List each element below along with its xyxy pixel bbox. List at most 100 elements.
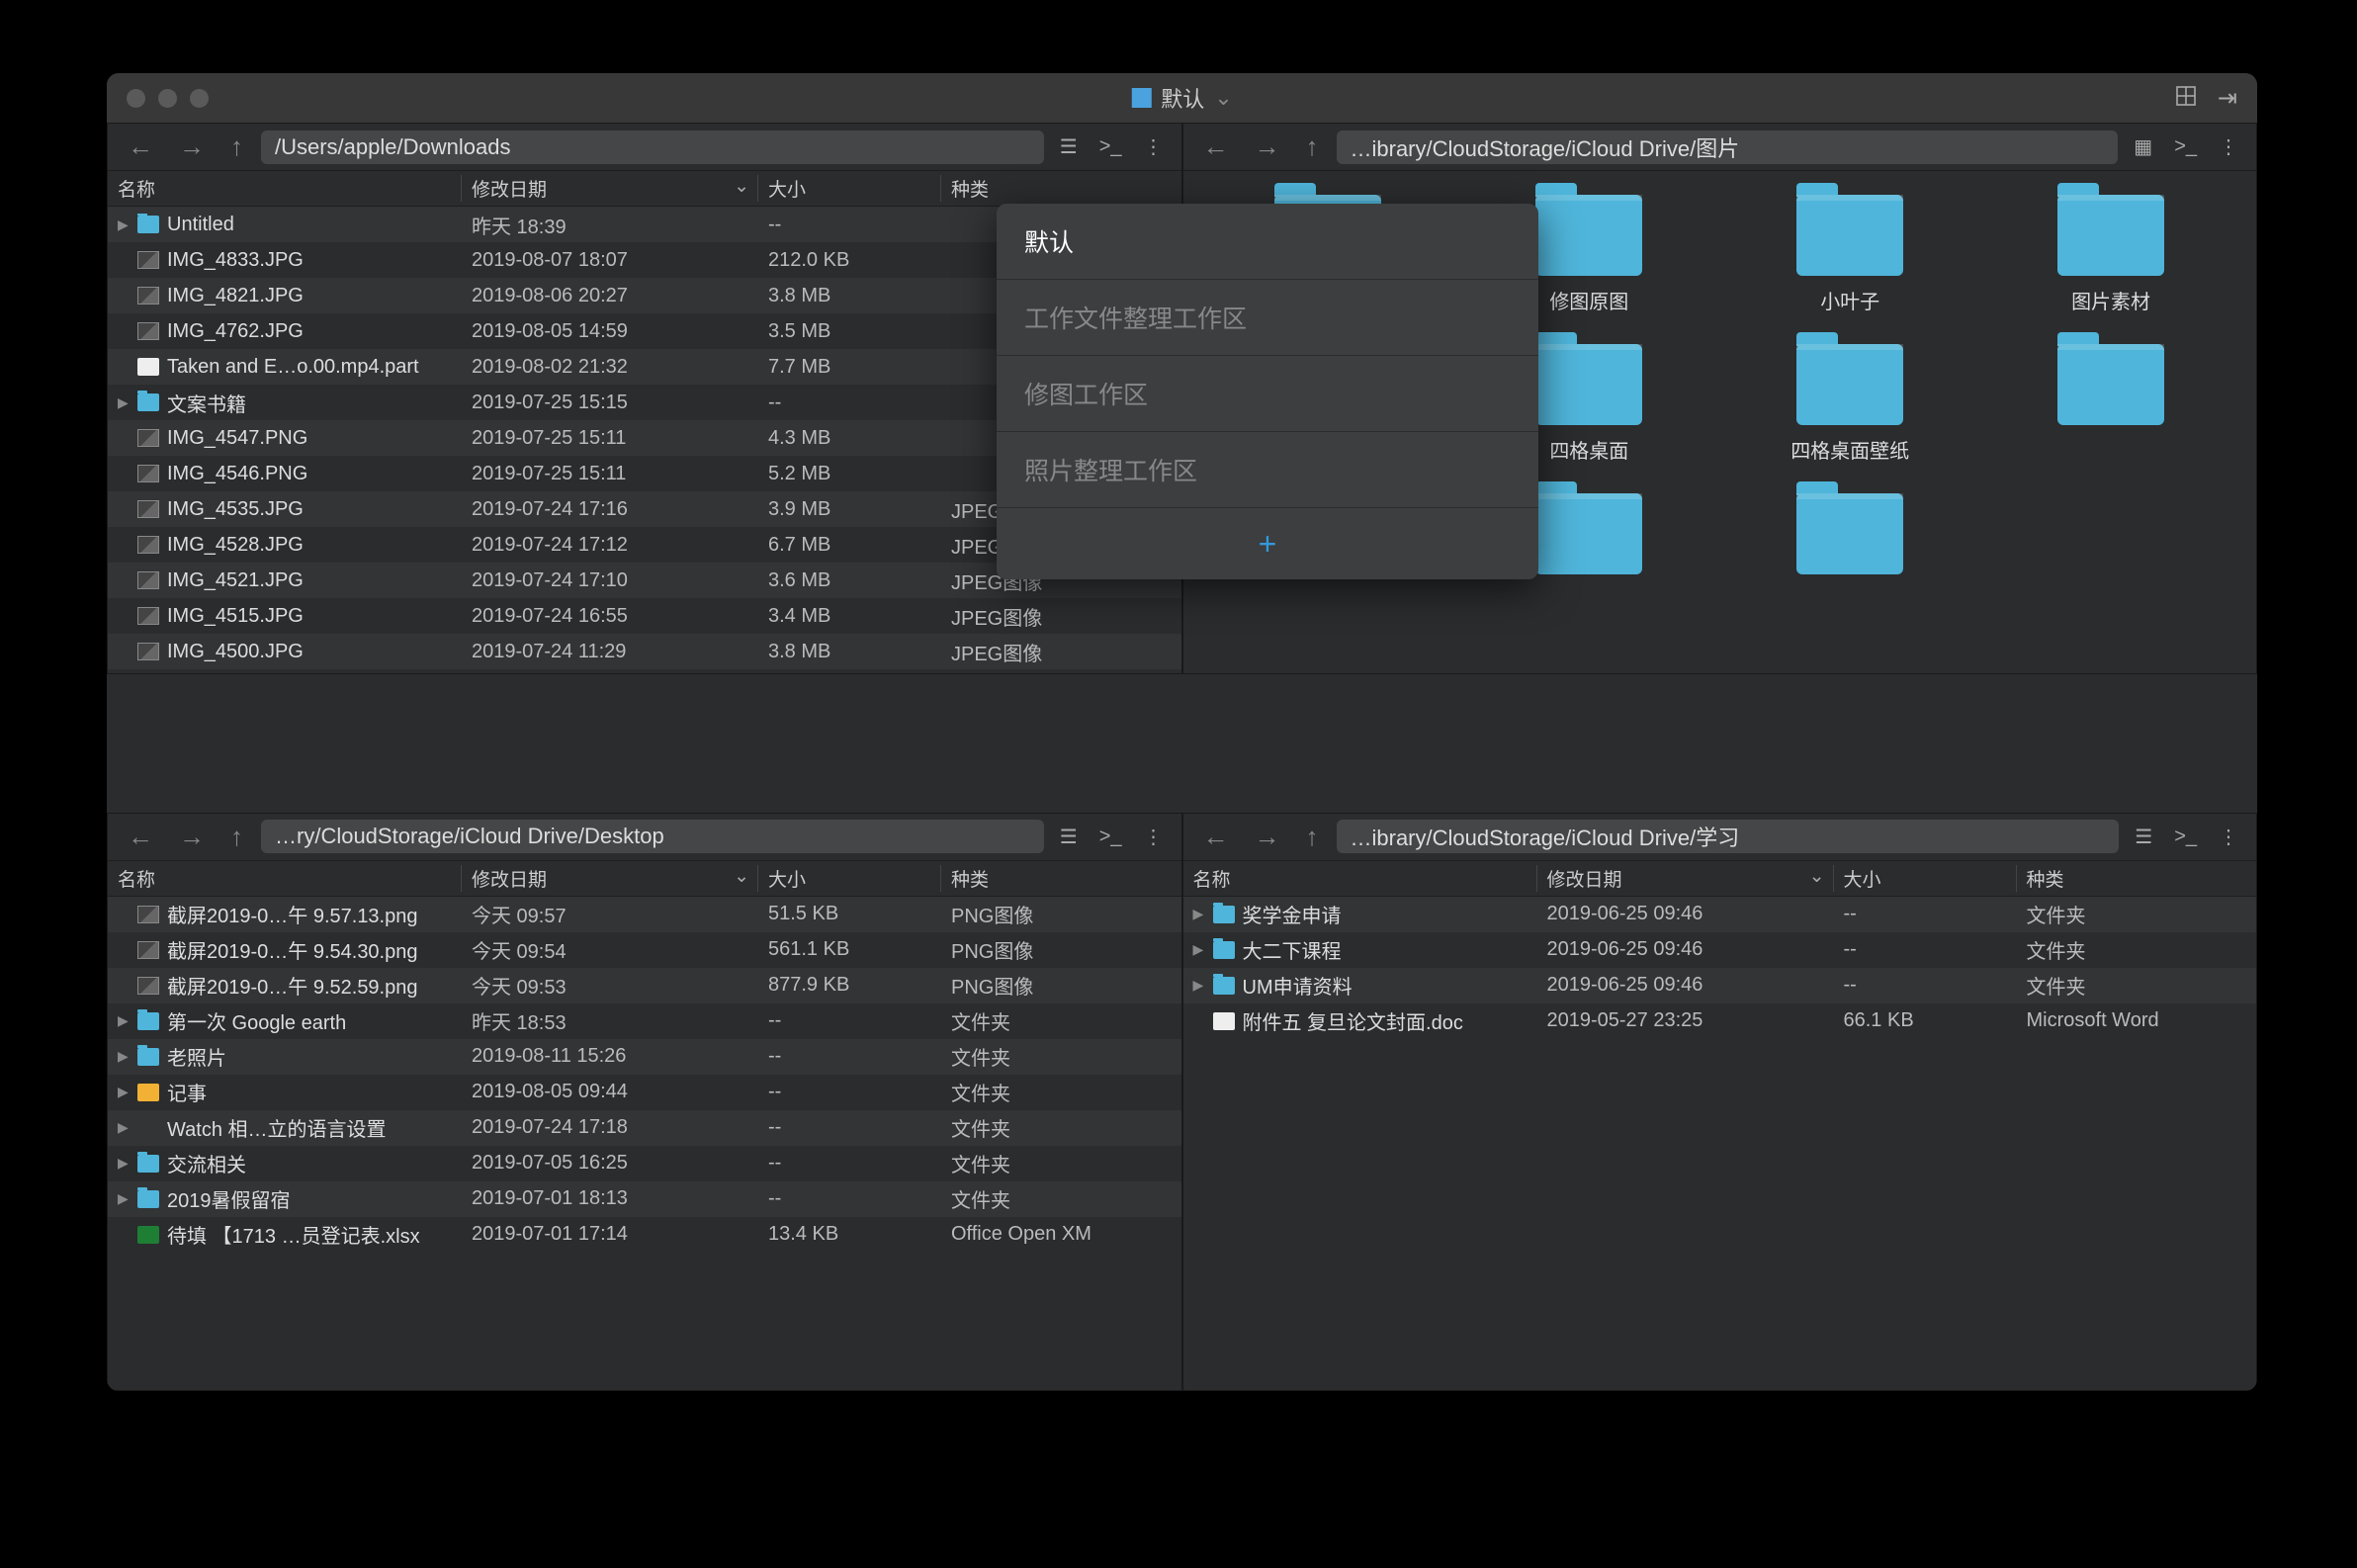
back-button[interactable]: ← bbox=[120, 131, 161, 162]
header-date[interactable]: 修改日期⌄ bbox=[462, 175, 758, 202]
file-row[interactable]: ▶交流相关2019-07-05 16:25--文件夹 bbox=[108, 1146, 1181, 1181]
more-icon[interactable]: ⋮ bbox=[1138, 825, 1170, 849]
file-row[interactable]: 截屏2019-0…午 9.57.13.png今天 09:5751.5 KBPNG… bbox=[108, 897, 1181, 932]
file-date: 2019-08-02 21:32 bbox=[462, 356, 758, 379]
file-name: Untitled bbox=[167, 214, 234, 236]
toolbar-tl: ← → ↑ /Users/apple/Downloads ☰ >_ ⋮ bbox=[108, 124, 1181, 171]
file-kind: PNG图像 bbox=[941, 971, 1181, 1000]
file-row[interactable]: ▶Watch 相…立的语言设置2019-07-24 17:18--文件夹 bbox=[108, 1110, 1181, 1146]
list-view-icon[interactable]: ☰ bbox=[2129, 825, 2158, 849]
folder-item[interactable]: 四格桌面壁纸 bbox=[1724, 344, 1975, 464]
workspace-option[interactable]: 默认 bbox=[997, 204, 1538, 280]
folder-label: 图片素材 bbox=[2071, 286, 2150, 314]
zoom-icon[interactable] bbox=[190, 89, 209, 108]
file-row[interactable]: ▶记事2019-08-05 09:44--文件夹 bbox=[108, 1075, 1181, 1110]
up-button[interactable]: ↑ bbox=[222, 822, 251, 852]
icon-view-icon[interactable]: ▦ bbox=[2128, 134, 2158, 159]
file-name: 附件五 复旦论文封面.doc bbox=[1243, 1006, 1463, 1035]
header-kind[interactable]: 种类 bbox=[941, 175, 1181, 202]
folder-item[interactable]: 小叶子 bbox=[1724, 195, 1975, 314]
header-size[interactable]: 大小 bbox=[1834, 865, 2017, 892]
file-list[interactable]: 截屏2019-0…午 9.57.13.png今天 09:5751.5 KBPNG… bbox=[108, 897, 1181, 1391]
file-row[interactable]: ▶老照片2019-08-11 15:26--文件夹 bbox=[108, 1039, 1181, 1075]
more-icon[interactable]: ⋮ bbox=[1138, 134, 1170, 159]
disclosure-arrow-icon: ▶ bbox=[1193, 906, 1205, 922]
file-row[interactable]: 截屏2019-0…午 9.54.30.png今天 09:54561.1 KBPN… bbox=[108, 932, 1181, 968]
terminal-icon[interactable]: >_ bbox=[2168, 826, 2203, 848]
forward-button[interactable]: → bbox=[1247, 822, 1288, 852]
file-row[interactable]: IMG_4500.JPG2019-07-24 11:293.8 MBJPEG图像 bbox=[108, 634, 1181, 669]
back-button[interactable]: ← bbox=[1195, 131, 1237, 162]
folder-icon bbox=[137, 1012, 159, 1030]
header-kind[interactable]: 种类 bbox=[941, 865, 1181, 892]
list-view-icon[interactable]: ☰ bbox=[1054, 134, 1084, 159]
header-date[interactable]: 修改日期⌄ bbox=[462, 865, 758, 892]
forward-button[interactable]: → bbox=[171, 822, 213, 852]
file-list[interactable]: ▶奖学金申请2019-06-25 09:46--文件夹▶大二下课程2019-06… bbox=[1183, 897, 2257, 1391]
folder-icon bbox=[1796, 344, 1903, 425]
folder-item[interactable]: 图片素材 bbox=[1985, 195, 2236, 314]
image-icon bbox=[137, 465, 159, 482]
disclosure-arrow-icon: ▶ bbox=[118, 1190, 130, 1207]
workspace-switcher[interactable]: 默认 ⌄ bbox=[1131, 82, 1232, 114]
folder-icon bbox=[137, 1048, 159, 1066]
up-button[interactable]: ↑ bbox=[1298, 822, 1327, 852]
forward-button[interactable]: → bbox=[1247, 131, 1288, 162]
add-workspace-button[interactable]: + bbox=[997, 508, 1538, 579]
header-name[interactable]: 名称 bbox=[1183, 865, 1537, 892]
minimize-icon[interactable] bbox=[158, 89, 177, 108]
path-input[interactable]: …ibrary/CloudStorage/iCloud Drive/图片 bbox=[1337, 131, 2119, 164]
file-kind: 文件夹 bbox=[941, 1113, 1181, 1142]
terminal-icon[interactable]: >_ bbox=[2168, 135, 2203, 158]
file-row[interactable]: ▶大二下课程2019-06-25 09:46--文件夹 bbox=[1183, 932, 2257, 968]
workspace-option[interactable]: 修图工作区 bbox=[997, 356, 1538, 432]
back-button[interactable]: ← bbox=[120, 822, 161, 852]
more-icon[interactable]: ⋮ bbox=[2213, 825, 2244, 849]
workspace-option[interactable]: 照片整理工作区 bbox=[997, 432, 1538, 508]
file-row[interactable]: ▶奖学金申请2019-06-25 09:46--文件夹 bbox=[1183, 897, 2257, 932]
pin-icon[interactable]: ⇥ bbox=[2218, 84, 2237, 113]
image-icon bbox=[137, 977, 159, 995]
file-name: 2019暑假留宿 bbox=[167, 1184, 291, 1213]
back-button[interactable]: ← bbox=[1195, 822, 1237, 852]
header-kind[interactable]: 种类 bbox=[2017, 865, 2257, 892]
file-date: 2019-07-24 16:55 bbox=[462, 605, 758, 628]
file-size: 66.1 KB bbox=[1834, 1009, 2017, 1032]
header-name[interactable]: 名称 bbox=[108, 175, 462, 202]
file-name: UM申请资料 bbox=[1243, 971, 1353, 1000]
workspace-dropdown: 默认工作文件整理工作区修图工作区照片整理工作区+ bbox=[997, 204, 1538, 579]
file-row[interactable]: ▶第一次 Google earth昨天 18:53--文件夹 bbox=[108, 1003, 1181, 1039]
file-row[interactable]: 附件五 复旦论文封面.doc2019-05-27 23:2566.1 KBMic… bbox=[1183, 1003, 2257, 1039]
file-date: 2019-07-24 17:16 bbox=[462, 498, 758, 521]
terminal-icon[interactable]: >_ bbox=[1093, 135, 1128, 158]
up-button[interactable]: ↑ bbox=[222, 131, 251, 162]
note-icon bbox=[137, 1084, 159, 1101]
folder-item[interactable] bbox=[1985, 344, 2236, 464]
file-row[interactable]: 截屏2019-0…午 9.52.59.png今天 09:53877.9 KBPN… bbox=[108, 968, 1181, 1003]
column-headers: 名称 修改日期⌄ 大小 种类 bbox=[108, 861, 1181, 897]
image-icon bbox=[137, 251, 159, 269]
file-row[interactable]: IMG_4515.JPG2019-07-24 16:553.4 MBJPEG图像 bbox=[108, 598, 1181, 634]
layout-icon[interactable] bbox=[2174, 84, 2198, 113]
header-size[interactable]: 大小 bbox=[758, 865, 941, 892]
more-icon[interactable]: ⋮ bbox=[2213, 134, 2244, 159]
up-button[interactable]: ↑ bbox=[1298, 131, 1327, 162]
file-row[interactable]: ▶UM申请资料2019-06-25 09:46--文件夹 bbox=[1183, 968, 2257, 1003]
folder-item[interactable] bbox=[1724, 493, 1975, 584]
terminal-icon[interactable]: >_ bbox=[1093, 826, 1128, 848]
close-icon[interactable] bbox=[127, 89, 145, 108]
header-size[interactable]: 大小 bbox=[758, 175, 941, 202]
header-name[interactable]: 名称 bbox=[108, 865, 462, 892]
path-input[interactable]: …ry/CloudStorage/iCloud Drive/Desktop bbox=[261, 820, 1044, 853]
path-input[interactable]: /Users/apple/Downloads bbox=[261, 131, 1044, 164]
file-size: 212.0 KB bbox=[758, 249, 941, 272]
header-date[interactable]: 修改日期⌄ bbox=[1537, 865, 1834, 892]
list-view-icon[interactable]: ☰ bbox=[1054, 825, 1084, 849]
file-row[interactable]: ▶2019暑假留宿2019-07-01 18:13--文件夹 bbox=[108, 1181, 1181, 1217]
workspace-option[interactable]: 工作文件整理工作区 bbox=[997, 280, 1538, 356]
folder-icon bbox=[137, 216, 159, 233]
doc-icon bbox=[1213, 1012, 1235, 1030]
forward-button[interactable]: → bbox=[171, 131, 213, 162]
path-input[interactable]: …ibrary/CloudStorage/iCloud Drive/学习 bbox=[1337, 820, 2120, 853]
file-row[interactable]: 待填 【1713 …员登记表.xlsx2019-07-01 17:1413.4 … bbox=[108, 1217, 1181, 1253]
